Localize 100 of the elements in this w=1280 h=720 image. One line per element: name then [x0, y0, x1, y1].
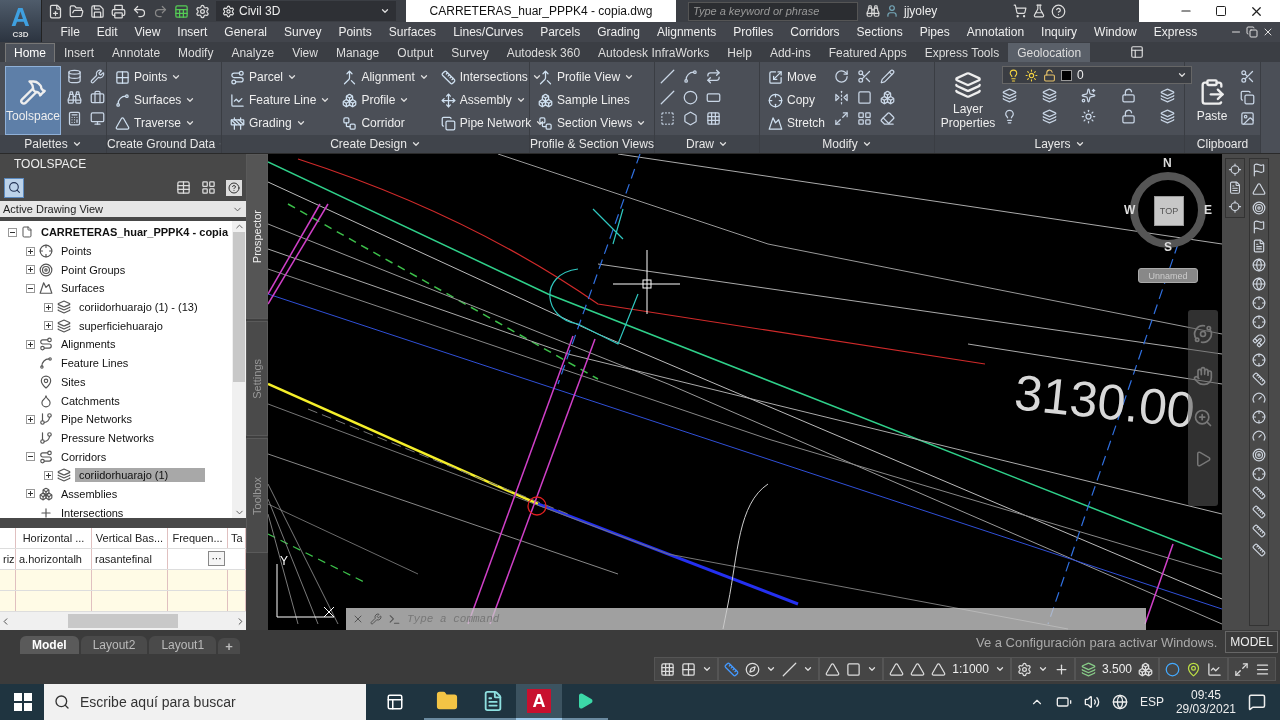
expand-toggle[interactable] — [8, 227, 17, 237]
tree-item[interactable]: coriidorhuarajo (1) — [75, 468, 205, 483]
tree-item[interactable]: superficiehuarajo — [75, 318, 167, 333]
ribbon-tool-button[interactable]: Copy — [765, 89, 828, 111]
task-view-icon[interactable] — [386, 693, 404, 711]
taskbar-search-field[interactable]: Escribe aquí para buscar — [44, 684, 366, 720]
flask-icon[interactable] — [1032, 4, 1046, 18]
menu-item[interactable]: General — [215, 25, 276, 39]
cart-icon[interactable] — [1013, 4, 1027, 18]
rotate-icon[interactable] — [834, 69, 849, 84]
wrench-icon[interactable] — [370, 613, 382, 625]
menu-item[interactable]: File — [52, 25, 89, 39]
region-icon[interactable] — [660, 111, 675, 126]
open-folder-icon[interactable] — [69, 3, 84, 19]
snap-icon[interactable] — [681, 661, 697, 677]
tree-item[interactable]: Feature Lines — [57, 356, 133, 371]
menu-item[interactable]: Pipes — [911, 25, 959, 39]
expand-toggle[interactable] — [26, 489, 35, 499]
lightbulb-icon[interactable] — [1002, 109, 1017, 124]
menu-item[interactable]: View — [126, 25, 169, 39]
column-header[interactable]: Horizontal ... — [16, 528, 92, 548]
layers-icon[interactable] — [1002, 88, 1017, 103]
loop-icon[interactable] — [706, 69, 721, 84]
tree-item[interactable]: Pipe Networks — [57, 412, 136, 427]
layers-icon[interactable] — [1041, 88, 1057, 103]
expand-toggle[interactable] — [26, 246, 35, 256]
mirror-icon[interactable] — [834, 90, 849, 105]
toolspace-button[interactable]: Toolspace — [5, 66, 61, 135]
panel-title[interactable]: Layers — [1034, 137, 1071, 151]
grid-icon[interactable] — [660, 661, 676, 677]
side-tab[interactable]: Prospector — [246, 154, 268, 319]
sun-icon[interactable] — [1081, 109, 1097, 124]
ribbon-tab[interactable]: Modify — [169, 43, 223, 62]
panel-title[interactable]: Profile & Section Views — [530, 137, 654, 151]
notifications-icon[interactable] — [1248, 693, 1266, 711]
profile-icon[interactable] — [1207, 661, 1222, 677]
menu-item[interactable]: Grading — [588, 25, 649, 39]
circle-icon[interactable] — [683, 90, 698, 105]
horizontal-scrollbar[interactable] — [0, 612, 246, 630]
save-icon[interactable] — [90, 3, 105, 19]
ribbon-tab[interactable]: Home — [5, 43, 55, 62]
maximize-icon[interactable] — [1215, 5, 1227, 17]
isolate-icon[interactable] — [1165, 661, 1180, 677]
pencil-icon[interactable] — [880, 69, 895, 84]
ribbon-tab[interactable]: View — [283, 43, 327, 62]
binoculars-icon[interactable] — [67, 90, 82, 105]
expand-toggle[interactable] — [26, 265, 35, 275]
array-icon[interactable] — [880, 90, 895, 105]
menu-item[interactable]: Corridors — [781, 25, 849, 39]
ribbon-tab[interactable]: Featured Apps — [819, 43, 916, 62]
menu-item[interactable]: Surfaces — [380, 25, 445, 39]
windows-logo-icon[interactable] — [14, 693, 32, 711]
panel-title[interactable]: Modify — [822, 137, 858, 151]
menu-item[interactable]: Alignments — [648, 25, 725, 39]
tree-item[interactable]: Catchments — [57, 393, 124, 408]
binoculars-icon[interactable] — [866, 4, 880, 18]
menu-icon[interactable] — [1255, 661, 1270, 677]
trim-icon[interactable] — [857, 69, 872, 84]
browse-button[interactable]: ··· — [208, 551, 225, 566]
tree-item[interactable]: Assemblies — [57, 486, 122, 501]
expand-toggle[interactable] — [44, 302, 53, 312]
toolbox-icon[interactable] — [90, 90, 105, 105]
steering-wheel-icon[interactable] — [1193, 324, 1213, 344]
hatch-icon[interactable] — [706, 111, 721, 126]
expand-toggle[interactable] — [44, 321, 53, 331]
scrollbar[interactable] — [232, 221, 246, 518]
eraser-icon[interactable] — [880, 111, 895, 126]
tracking-icon[interactable] — [825, 661, 841, 677]
polar-icon[interactable] — [745, 661, 761, 677]
ribbon-tool-button[interactable]: Move — [765, 66, 828, 88]
lineweight-value[interactable]: 3.500 — [1101, 662, 1132, 676]
document-icon[interactable] — [1228, 181, 1242, 195]
column-header[interactable]: Vertical Bas... — [92, 528, 168, 548]
ortho-icon[interactable] — [724, 661, 740, 677]
annotation-icon[interactable] — [889, 661, 905, 677]
expand-toggle[interactable] — [26, 452, 35, 462]
database-icon[interactable] — [67, 69, 82, 84]
menu-item[interactable]: Window — [1085, 25, 1146, 39]
map-icon[interactable] — [1186, 661, 1201, 677]
fullscreen-icon[interactable] — [1234, 661, 1249, 677]
scale-icon[interactable] — [834, 111, 849, 126]
zoom-icon[interactable] — [1193, 408, 1213, 428]
taskbar-app[interactable]: A — [516, 684, 562, 720]
layer-dropdown[interactable]: 0 — [1002, 66, 1192, 84]
layers-icon[interactable] — [1041, 109, 1057, 124]
menu-item[interactable]: Insert — [168, 25, 216, 39]
workspace-dropdown[interactable]: Civil 3D — [216, 1, 396, 21]
polyline-icon[interactable] — [683, 69, 698, 84]
isodraft-icon[interactable] — [782, 661, 798, 677]
ribbon-tab[interactable]: Insert — [55, 43, 104, 62]
menu-item[interactable]: Express — [1145, 25, 1206, 39]
tree-item[interactable]: CARRETERAS_huar_PPPK4 - copia — [36, 225, 232, 240]
ribbon-tab[interactable]: Manage — [326, 43, 389, 62]
tree-item[interactable]: Surfaces — [57, 281, 109, 296]
undo-icon[interactable] — [132, 3, 147, 19]
ribbon-tab[interactable]: Autodesk 360 — [497, 43, 590, 62]
ribbon-tool-button[interactable]: Points — [112, 66, 199, 88]
sparkle-icon[interactable] — [1081, 88, 1097, 103]
menu-item[interactable]: Profiles — [724, 25, 782, 39]
unlock-icon[interactable] — [1120, 88, 1136, 103]
